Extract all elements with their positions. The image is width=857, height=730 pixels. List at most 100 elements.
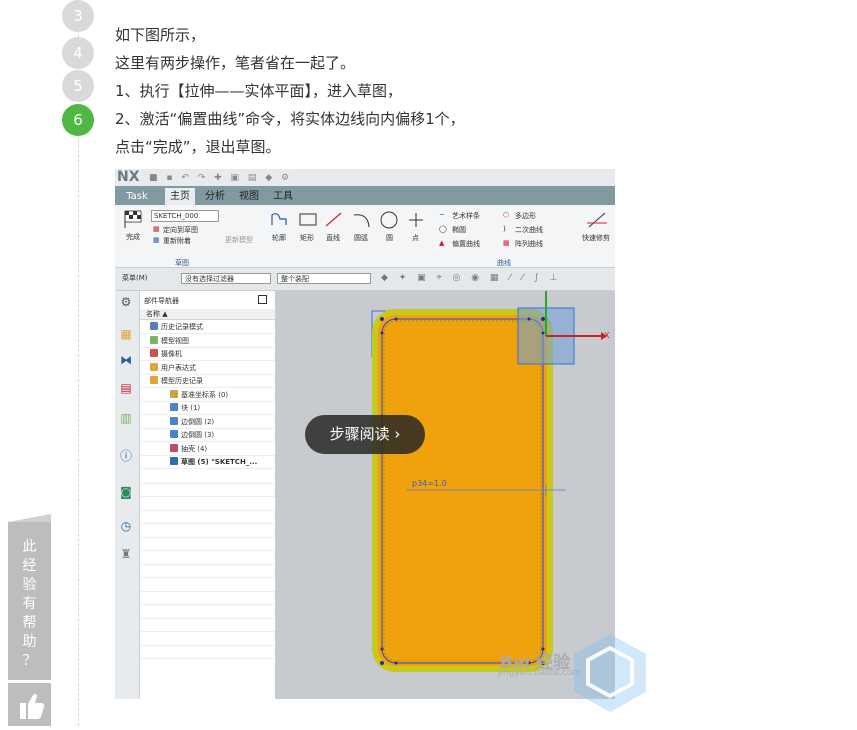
web-browser-icon[interactable]: ◙ bbox=[119, 485, 133, 499]
feedback-char: 帮 bbox=[22, 615, 37, 631]
navigator-row-label: 抽壳 (4) bbox=[181, 444, 208, 453]
feature-icon bbox=[170, 389, 178, 398]
circle-icon[interactable] bbox=[378, 211, 400, 231]
assembly-filter-dropdown[interactable]: 整个装配 bbox=[277, 273, 371, 284]
graphics-window[interactable]: p34=1.0 X bbox=[276, 291, 615, 699]
pattern-curve-icon: ▦ bbox=[503, 239, 510, 247]
navigator-empty-row bbox=[140, 645, 275, 659]
polygon-button[interactable]: 多边形 bbox=[515, 211, 536, 221]
rectangle-label[interactable]: 矩形 bbox=[300, 233, 314, 243]
offset-dimension-label[interactable]: p34=1.0 bbox=[412, 479, 447, 488]
like-button[interactable] bbox=[8, 683, 51, 726]
conic-button[interactable]: 二次曲线 bbox=[515, 225, 543, 235]
navigator-empty-row bbox=[140, 591, 275, 605]
navigator-tree-row[interactable]: 边倒圆 (2) bbox=[140, 416, 275, 429]
arc-icon[interactable] bbox=[351, 211, 373, 229]
step-reading-label: 步骤阅读 bbox=[329, 425, 390, 443]
step-text-line-5: 点击“完成”，退出草图。 bbox=[115, 138, 281, 156]
helpful-feedback-tab[interactable]: 此经验有帮助 ？ bbox=[8, 522, 51, 680]
curve-group-label: 曲线 bbox=[497, 259, 511, 267]
line-icon[interactable] bbox=[323, 211, 345, 229]
navigator-tree-row[interactable]: 模型视图 bbox=[140, 335, 275, 348]
name-column-header[interactable]: 名称 ▲ bbox=[140, 309, 275, 320]
finish-flag-icon[interactable] bbox=[123, 209, 145, 229]
chevron-right-icon: › bbox=[394, 425, 401, 443]
navigator-tree-row[interactable]: 基准坐标系 (0) bbox=[140, 389, 275, 402]
part-navigator-panel: 部件导航器 名称 ▲ 历史记录模式 模型视图摄像机用户表达式模型历史记录基准坐标系… bbox=[140, 291, 276, 699]
sketch-model-view[interactable] bbox=[276, 291, 615, 699]
pattern-curve-button[interactable]: 阵列曲线 bbox=[515, 239, 543, 249]
sketch-name-combo[interactable]: SKETCH_000 bbox=[151, 210, 219, 222]
arc-label[interactable]: 圆弧 bbox=[354, 233, 368, 243]
navigator-tree-row[interactable]: 草图 (5) "SKETCH_... bbox=[140, 456, 275, 469]
selection-filter-bar: 菜单(M) 没有选择过滤器 整个装配 ◆ ✦ ▣ ⌖ ◎ ◉ ▦ ⁄ ⁄ ∫ ⊥ bbox=[115, 268, 615, 291]
profile-icon[interactable] bbox=[270, 211, 292, 229]
reuse-library-icon[interactable]: ▥ bbox=[119, 411, 133, 425]
navigator-empty-row bbox=[140, 605, 275, 619]
step-text-line-3: 1、执行【拉伸——实体平面】，进入草图， bbox=[115, 82, 403, 100]
navigator-empty-row bbox=[140, 510, 275, 524]
thumbs-up-icon bbox=[20, 693, 45, 719]
line-label[interactable]: 直线 bbox=[326, 233, 340, 243]
point-label[interactable]: 点 bbox=[412, 233, 419, 243]
snap-tool-icons[interactable]: ◆ ✦ ▣ ⌖ ◎ ◉ ▦ ⁄ ⁄ ∫ ⊥ bbox=[381, 273, 561, 283]
constraint-navigator-icon[interactable]: ▤ bbox=[119, 381, 133, 395]
feature-icon bbox=[170, 416, 178, 425]
navigator-empty-row bbox=[140, 497, 275, 511]
quick-trim-icon[interactable] bbox=[585, 211, 609, 229]
step-number-4[interactable]: 4 bbox=[62, 37, 94, 69]
update-model-button[interactable]: 更新模型 bbox=[225, 235, 253, 245]
orient-to-sketch-button[interactable]: 定向到草图 bbox=[163, 225, 198, 235]
feature-icon bbox=[150, 322, 158, 330]
navigator-tree-row[interactable]: 摄像机 bbox=[140, 348, 275, 361]
part-navigator-title: 部件导航器 bbox=[144, 297, 179, 305]
navigator-tree-row[interactable]: 模型历史记录 bbox=[140, 375, 275, 388]
feedback-tab-fold bbox=[8, 514, 51, 522]
navigator-empty-row bbox=[140, 578, 275, 592]
studio-spline-button[interactable]: 艺术样条 bbox=[452, 211, 480, 221]
roles-icon[interactable]: ♜ bbox=[119, 547, 133, 561]
feedback-char: 助 bbox=[22, 634, 37, 650]
navigator-empty-row bbox=[140, 537, 275, 551]
navigator-row-label: 模型历史记录 bbox=[161, 377, 203, 385]
navigator-tree-row[interactable]: 历史记录模式 bbox=[140, 321, 275, 334]
navigator-tree-row[interactable]: 抽壳 (4) bbox=[140, 443, 275, 456]
navigator-tree-row[interactable]: 边倒圆 (3) bbox=[140, 429, 275, 442]
step-number-3[interactable]: 3 bbox=[62, 0, 94, 32]
feedback-char: 此 bbox=[22, 539, 37, 555]
info-icon[interactable]: ⓘ bbox=[119, 449, 133, 463]
tab-task[interactable]: Task bbox=[115, 188, 159, 205]
tab-analysis[interactable]: 分析 bbox=[203, 188, 227, 205]
part-navigator-icon[interactable]: ▦ bbox=[119, 327, 133, 341]
offset-curve-button[interactable]: 偏置曲线 bbox=[452, 239, 480, 249]
tab-tools[interactable]: 工具 bbox=[271, 188, 295, 205]
circle-label[interactable]: 圆 bbox=[386, 233, 393, 243]
step-number-6-active[interactable]: 6 bbox=[62, 104, 94, 136]
feature-icon bbox=[150, 362, 158, 371]
step-text-line-1: 如下图所示， bbox=[115, 26, 206, 44]
ellipse-button[interactable]: 椭圆 bbox=[452, 225, 466, 235]
assembly-navigator-icon[interactable]: ⧓ bbox=[119, 353, 133, 367]
step-reading-button[interactable]: 步骤阅读 › bbox=[305, 415, 425, 454]
navigator-row-label: 边倒圆 (2) bbox=[181, 417, 215, 426]
polygon-icon: ⬡ bbox=[503, 211, 510, 219]
navigator-row-label: 摄像机 bbox=[161, 350, 182, 358]
tab-home[interactable]: 主页 bbox=[165, 188, 195, 205]
navigator-empty-row bbox=[140, 524, 275, 538]
rectangle-icon[interactable] bbox=[297, 211, 319, 229]
navigator-tree-row[interactable]: 块 (1) bbox=[140, 402, 275, 415]
history-clock-icon[interactable]: ◷ bbox=[119, 519, 133, 533]
point-icon[interactable] bbox=[407, 211, 425, 229]
profile-label[interactable]: 轮廓 bbox=[272, 233, 286, 243]
maximize-panel-icon[interactable] bbox=[258, 295, 267, 304]
finish-button-label[interactable]: 完成 bbox=[126, 232, 140, 242]
tab-view[interactable]: 视图 bbox=[237, 188, 261, 205]
navigator-tree-row[interactable]: 用户表达式 bbox=[140, 362, 275, 375]
reattach-button[interactable]: 重新附着 bbox=[163, 236, 191, 246]
settings-gear-icon[interactable]: ⚙ bbox=[119, 295, 133, 309]
quick-trim-label[interactable]: 快速修剪 bbox=[582, 233, 610, 243]
menu-button[interactable]: 菜单(M) bbox=[119, 273, 173, 284]
studio-spline-icon: ~ bbox=[439, 211, 445, 219]
step-number-5[interactable]: 5 bbox=[62, 70, 94, 102]
type-filter-dropdown[interactable]: 没有选择过滤器 bbox=[181, 273, 271, 284]
